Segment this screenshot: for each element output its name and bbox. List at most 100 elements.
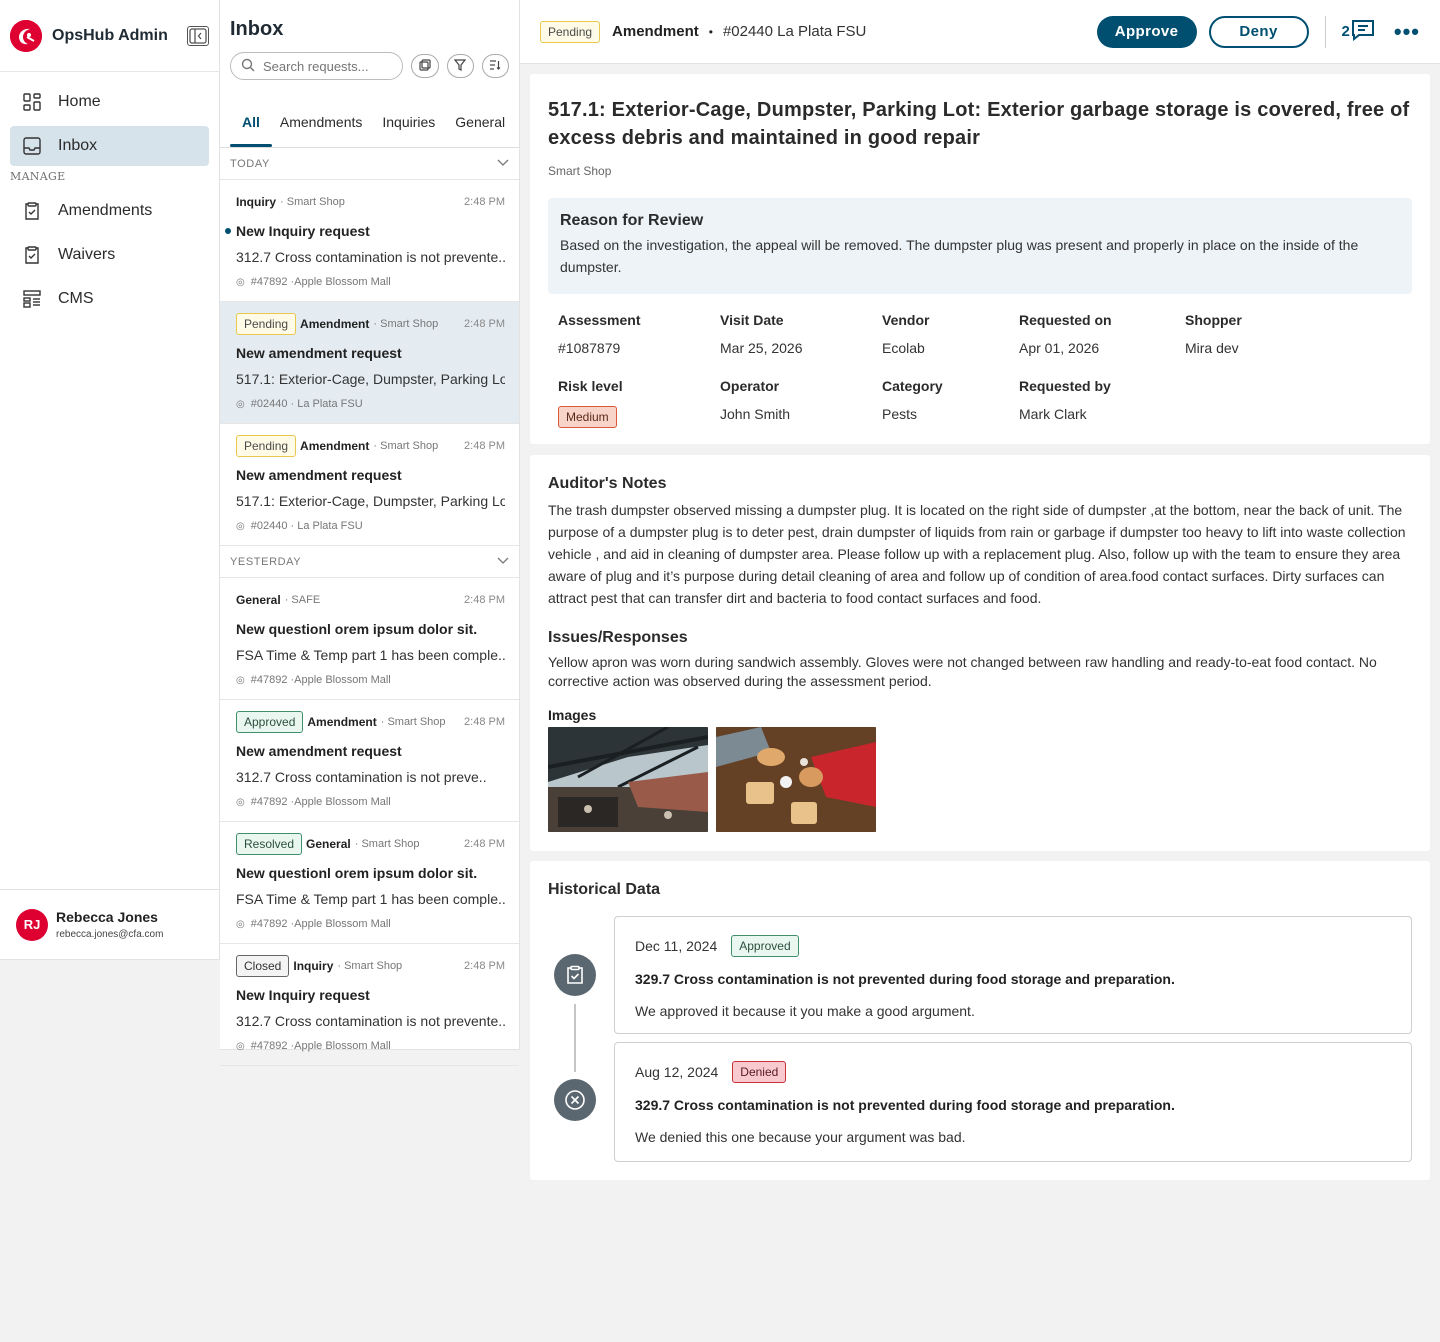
message-body: 312.7 Cross contamination is not prevent… (236, 249, 505, 265)
inbox-tabs: All Amendments Inquiries General (220, 86, 519, 148)
message-title: New amendment request (236, 743, 402, 759)
status-badge: Pending (236, 313, 297, 335)
message-title: New amendment request (236, 467, 402, 483)
tab-amendments[interactable]: Amendments (280, 86, 362, 147)
message-location: #47892 ·Apple Blossom Mall (250, 674, 391, 686)
layout-icon (22, 289, 42, 309)
group-header-today[interactable]: TODAY (220, 148, 519, 180)
status-badge: Pending (540, 20, 601, 43)
list-item[interactable]: General · SAFE 2:48 PM New questionl orem… (220, 578, 519, 700)
message-source: · Smart Shop (280, 196, 345, 208)
list-item[interactable]: Inquiry · Smart Shop 2:48 PM New Inquiry … (220, 180, 519, 302)
message-source: · SAFE (284, 594, 321, 606)
location-pin-icon: ◎ (236, 276, 245, 288)
group-header-yesterday[interactable]: YESTERDAY (220, 546, 519, 578)
user-email: rebecca.jones@cfa.com (56, 929, 164, 940)
collapse-sidebar-icon[interactable] (187, 25, 209, 46)
copy-button[interactable] (411, 54, 439, 78)
manage-section-label: MANAGE (10, 170, 66, 183)
list-item[interactable]: Closed Inquiry · Smart Shop 2:48 PM New In… (220, 944, 519, 1066)
timeline-connector (574, 1004, 576, 1072)
chevron-down-icon (497, 158, 509, 170)
status-badge: Resolved (236, 833, 303, 855)
history-title: 329.7 Cross contamination is not prevent… (635, 971, 1175, 987)
sort-button[interactable] (481, 54, 509, 78)
message-title: New questionl orem ipsum dolor sit. (236, 865, 478, 881)
more-options-icon[interactable]: ••• (1394, 19, 1420, 45)
sidebar-item-home[interactable]: Home (10, 82, 209, 122)
historical-data-card: Historical Data Dec 11, 2024 Approved 329… (530, 861, 1430, 1180)
requested-on-value: Apr 01, 2026 (1019, 340, 1100, 356)
sidebar-item-cms[interactable]: CMS (10, 279, 209, 319)
message-type: General (236, 593, 281, 607)
auditor-notes-text: The trash dumpster observed missing a du… (548, 502, 1406, 606)
chevron-down-icon (497, 556, 509, 568)
message-type: Inquiry (293, 959, 334, 973)
close-circle-icon (554, 1079, 596, 1121)
list-item[interactable]: Resolved General · Smart Shop 2:48 PM New … (220, 822, 519, 944)
vendor-value: Ecolab (882, 340, 925, 356)
message-type: General (306, 837, 351, 851)
field-label: Requested by (1019, 378, 1111, 394)
image-thumbnail[interactable] (716, 727, 876, 832)
sidebar-item-waivers[interactable]: Waivers (10, 235, 209, 275)
chat-icon (1350, 18, 1376, 46)
requested-by-value: Mark Clark (1019, 406, 1087, 422)
location-pin-icon: ◎ (236, 520, 245, 532)
status-badge: Pending (236, 435, 297, 457)
message-source: · Smart Shop (373, 440, 439, 452)
request-ref: #02440 La Plata FSU (722, 23, 867, 40)
clipboard-check-icon (554, 954, 596, 996)
message-type: Amendment (307, 715, 377, 729)
message-location: #47892 ·Apple Blossom Mall (250, 796, 391, 808)
notes-card: Auditor's Notes The trash dumpster obser… (530, 455, 1430, 851)
historical-title: Historical Data (548, 881, 661, 898)
message-title: New Inquiry request (236, 987, 370, 1003)
inbox-icon (22, 136, 42, 156)
message-type: Amendment (300, 439, 370, 453)
status-badge: Closed (236, 955, 290, 977)
filter-button[interactable] (446, 54, 474, 78)
search-box[interactable] (230, 52, 404, 80)
request-shop: Smart Shop (548, 164, 612, 178)
history-date: Dec 11, 2024 (635, 938, 718, 954)
search-input[interactable] (263, 58, 383, 74)
message-body: 312.7 Cross contamination is not preve.. (236, 769, 487, 785)
message-location: #02440 · La Plata FSU (250, 398, 363, 410)
history-note: We approved it because it you make a goo… (635, 1003, 975, 1019)
status-badge: Approved (731, 935, 799, 957)
approve-button[interactable]: Approve (1096, 15, 1197, 48)
tab-inquiries[interactable]: Inquiries (382, 86, 435, 147)
tab-general[interactable]: General (455, 86, 505, 147)
list-item[interactable]: Approved Amendment · Smart Shop 2:48 PM Ne… (220, 700, 519, 822)
clipboard-icon (22, 245, 42, 265)
issues-text: Yellow apron was worn during sandwich as… (548, 654, 1377, 689)
location-pin-icon: ◎ (236, 1040, 245, 1052)
chick-logo-icon (10, 19, 42, 52)
tab-all[interactable]: All (230, 86, 272, 147)
shopper-value: Mira dev (1185, 340, 1239, 356)
history-note: We denied this one because your argument… (635, 1129, 966, 1145)
message-title: New Inquiry request (236, 223, 370, 239)
list-item[interactable]: Pending Amendment · Smart Shop 2:48 PM New… (220, 424, 519, 546)
sidebar-item-inbox[interactable]: Inbox (10, 126, 209, 166)
message-body: FSA Time & Temp part 1 has been comple..… (236, 891, 505, 907)
user-profile[interactable]: RJ Rebecca Jones rebecca.jones@cfa.com (0, 889, 219, 959)
comments-button[interactable]: 2 (1342, 18, 1376, 46)
list-item[interactable]: Pending Amendment · Smart Shop 2:48 PM New… (220, 302, 519, 424)
message-body: 312.7 Cross contamination is not prevent… (236, 1013, 505, 1029)
message-type: Inquiry (236, 195, 277, 209)
field-label: Operator (720, 378, 780, 394)
sidebar-item-amendments[interactable]: Amendments (10, 191, 209, 231)
copy-icon (419, 58, 431, 74)
location-pin-icon: ◎ (236, 796, 245, 808)
sidebar-item-label: CMS (58, 290, 94, 307)
issues-title: Issues/Responses (548, 629, 688, 646)
deny-button[interactable]: Deny (1208, 15, 1309, 48)
message-time: 2:48 PM (464, 960, 505, 972)
message-time: 2:48 PM (464, 838, 505, 850)
request-title: 517.1: Exterior-Cage, Dumpster, Parking … (548, 99, 1410, 149)
message-body: FSA Time & Temp part 1 has been comple..… (236, 647, 505, 663)
history-date: Aug 12, 2024 (635, 1064, 719, 1080)
image-thumbnail[interactable] (548, 727, 708, 832)
